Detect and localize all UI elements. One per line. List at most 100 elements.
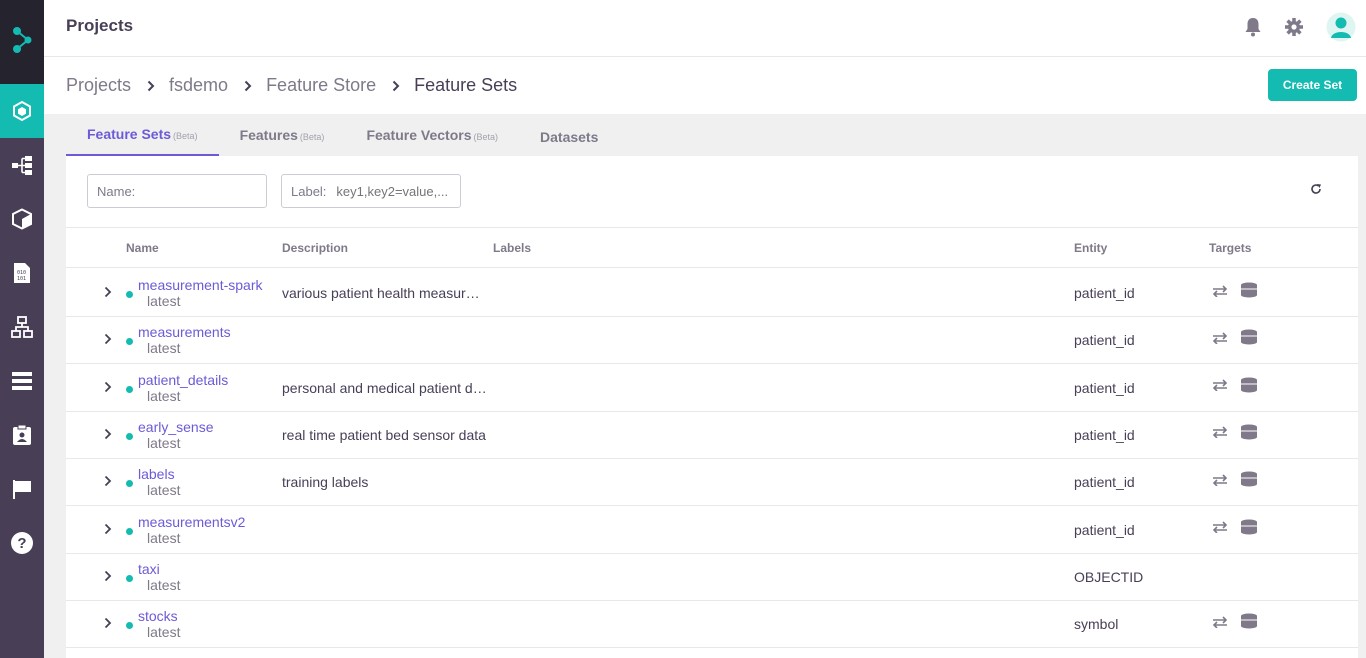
feature-set-tag: latest: [147, 293, 181, 309]
sidebar-item-projects[interactable]: [0, 84, 44, 138]
feature-set-name-link[interactable]: labels: [138, 466, 175, 482]
status-dot: [126, 480, 133, 488]
hierarchy-icon: [12, 156, 32, 175]
database-icon: [1240, 424, 1258, 443]
expand-chevron-icon[interactable]: [104, 427, 112, 443]
feature-set-tag: latest: [147, 576, 181, 593]
breadcrumb-projects[interactable]: Projects: [66, 75, 131, 96]
feature-set-description: real time patient bed sensor data: [282, 426, 486, 443]
feature-set-entity: patient_id: [1074, 426, 1135, 443]
binary-file-icon: 010 101: [14, 263, 30, 283]
breadcrumb-feature-store[interactable]: Feature Store: [266, 75, 376, 96]
table-row[interactable]: patient_details latest personal and medica…: [66, 364, 1358, 412]
user-avatar-icon[interactable]: [1326, 12, 1356, 42]
table-row[interactable]: stocks latest symbol: [66, 600, 1358, 649]
feature-set-name-link[interactable]: stocks: [138, 608, 178, 624]
app-logo[interactable]: [0, 0, 44, 84]
sidebar-item-help[interactable]: ?: [0, 516, 44, 570]
column-header-description[interactable]: Description: [282, 241, 348, 255]
sidebar-item-jobs[interactable]: [0, 408, 44, 462]
column-header-entity[interactable]: Entity: [1074, 241, 1107, 255]
tab-feature-vectors[interactable]: Feature Vectors (Beta): [345, 114, 519, 156]
status-dot: [126, 527, 133, 535]
filters-bar: Name: Label:: [66, 156, 1358, 228]
tab-features[interactable]: Features (Beta): [219, 114, 346, 156]
svg-text:101: 101: [17, 276, 26, 282]
breadcrumb-bar: Projects fsdemo Feature Store Feature Se…: [44, 57, 1366, 114]
tab-datasets[interactable]: Datasets: [519, 114, 619, 156]
beta-badge: (Beta): [473, 131, 499, 142]
sidebar-item-files[interactable]: 010 101: [0, 246, 44, 300]
table-row[interactable]: measurement-spark latest various patient h…: [66, 269, 1358, 317]
refresh-icon[interactable]: [1310, 183, 1322, 195]
feature-set-tag: latest: [147, 624, 181, 641]
tab-label: Feature Sets: [87, 126, 172, 142]
expand-chevron-icon[interactable]: [104, 285, 112, 301]
feature-set-entity: symbol: [1074, 616, 1119, 633]
breadcrumb-project[interactable]: fsdemo: [169, 75, 228, 96]
arrows-swap-icon: [1212, 284, 1228, 300]
feature-set-tag: latest: [147, 529, 181, 546]
feature-set-name-link[interactable]: measurement-spark: [138, 277, 263, 293]
expand-chevron-icon[interactable]: [104, 380, 112, 396]
feature-set-targets: [1212, 377, 1258, 396]
flag-icon: [13, 480, 31, 499]
status-dot: [126, 432, 133, 440]
arrows-swap-icon: [1212, 378, 1228, 394]
table-row[interactable]: measurements latest patient_id: [66, 316, 1358, 365]
feature-set-tag: latest: [147, 434, 181, 451]
header-icons: [1244, 12, 1356, 42]
status-dot: [126, 622, 133, 630]
name-filter-field[interactable]: Name:: [87, 174, 267, 208]
column-header-labels[interactable]: Labels: [493, 241, 531, 255]
bell-icon[interactable]: [1244, 17, 1262, 37]
table-row[interactable]: taxi latest OBJECTID: [66, 553, 1358, 601]
expand-chevron-icon[interactable]: [104, 474, 112, 490]
breadcrumb: Projects fsdemo Feature Store Feature Se…: [66, 75, 517, 96]
feature-set-entity: OBJECTID: [1074, 568, 1144, 585]
feature-set-targets: [1212, 471, 1258, 490]
arrows-swap-icon: [1212, 425, 1228, 441]
feature-set-name-link[interactable]: taxi: [138, 561, 160, 577]
feature-set-description: training labels: [282, 474, 369, 491]
gear-icon[interactable]: [1284, 17, 1304, 37]
feature-set-name-link[interactable]: measurements: [138, 324, 231, 340]
cube-network-icon: [13, 100, 31, 122]
create-set-button[interactable]: Create Set: [1268, 69, 1357, 101]
sidebar-item-models[interactable]: [0, 192, 44, 246]
column-header-name[interactable]: Name: [126, 241, 159, 255]
cube-icon: [12, 208, 32, 230]
table-row[interactable]: labels latest training labels patient_id: [66, 458, 1358, 507]
table-row[interactable]: early_sense latest real time patient bed s…: [66, 411, 1358, 459]
feature-set-name-link[interactable]: patient_details: [138, 372, 228, 388]
sidebar: 010 101 ?: [0, 0, 44, 658]
main-content: Feature Sets (Beta) Features (Beta) Feat…: [44, 114, 1366, 658]
arrows-swap-icon: [1212, 520, 1228, 536]
list-icon: [12, 372, 32, 390]
arrows-swap-icon: [1212, 331, 1228, 347]
breadcrumb-current: Feature Sets: [414, 75, 518, 95]
expand-chevron-icon[interactable]: [104, 332, 112, 348]
database-icon: [1240, 377, 1258, 396]
feature-set-name-link[interactable]: early_sense: [138, 419, 214, 435]
feature-set-entity: patient_id: [1074, 332, 1135, 349]
tab-feature-sets[interactable]: Feature Sets (Beta): [66, 114, 219, 156]
label-filter-field[interactable]: Label:: [281, 174, 461, 208]
feature-set-targets: [1212, 519, 1258, 538]
sidebar-item-hierarchy[interactable]: [0, 138, 44, 192]
feature-set-entity: patient_id: [1074, 521, 1135, 538]
expand-chevron-icon[interactable]: [104, 569, 112, 585]
tabs: Feature Sets (Beta) Features (Beta) Feat…: [66, 114, 619, 156]
expand-chevron-icon[interactable]: [104, 616, 112, 632]
table-row[interactable]: measurementsv2 latest patient_id: [66, 506, 1358, 554]
feature-set-name-link[interactable]: measurementsv2: [138, 514, 245, 530]
sidebar-item-flags[interactable]: [0, 462, 44, 516]
feature-set-description: various patient health measure…: [282, 285, 487, 301]
column-header-targets[interactable]: Targets: [1209, 241, 1251, 255]
label-filter-input[interactable]: [336, 183, 457, 199]
chevron-right-icon: [147, 80, 155, 92]
sidebar-item-network[interactable]: [0, 300, 44, 354]
expand-chevron-icon[interactable]: [104, 522, 112, 538]
sidebar-item-feature-store[interactable]: [0, 354, 44, 408]
status-dot: [126, 385, 133, 393]
